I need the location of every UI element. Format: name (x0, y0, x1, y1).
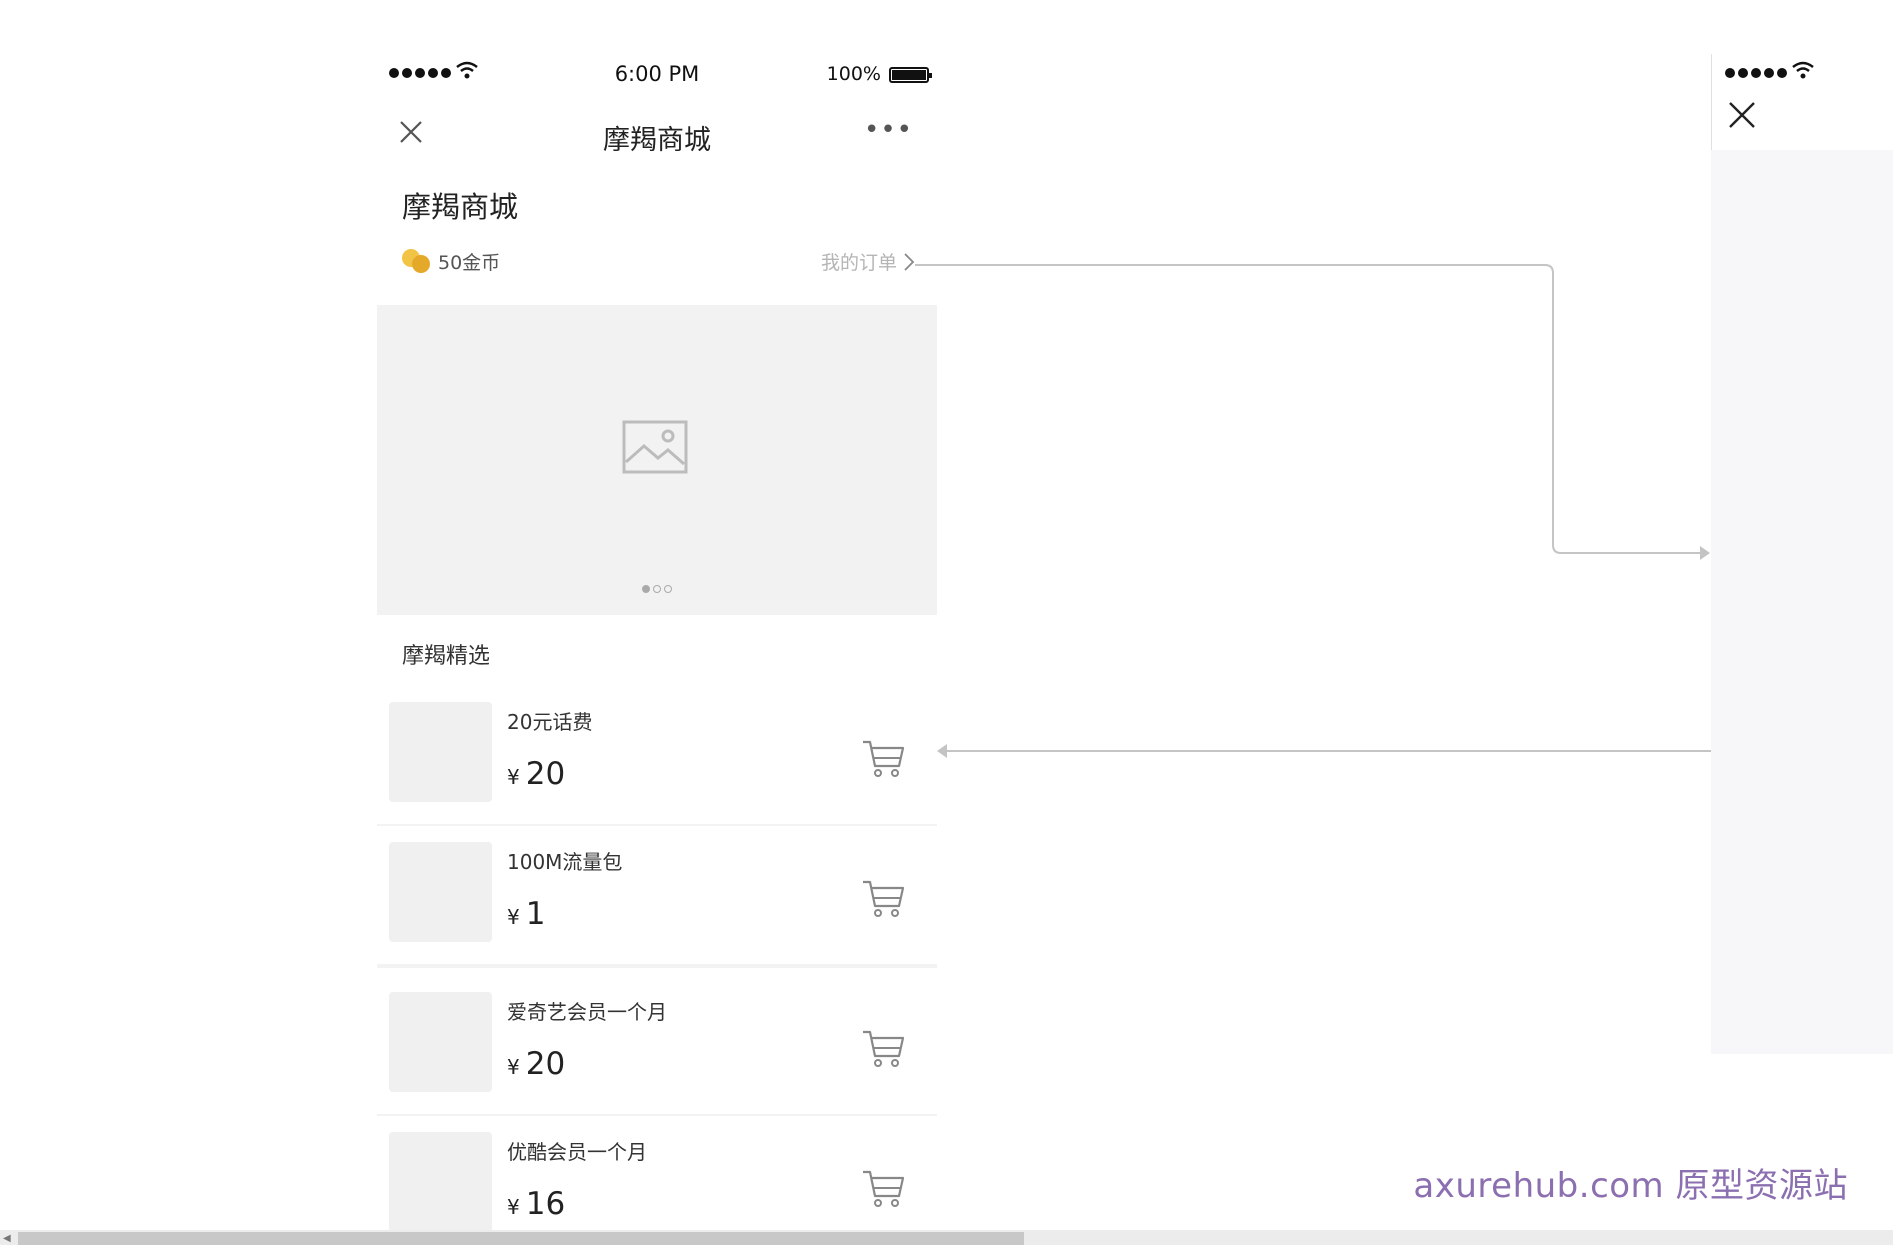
cart-icon[interactable] (861, 876, 905, 920)
coin-balance: 50金币 (402, 248, 500, 275)
close-icon[interactable] (1725, 98, 1759, 132)
price-value: 20 (525, 1046, 566, 1082)
currency-symbol: ¥ (507, 765, 520, 789)
product-thumbnail (389, 1132, 492, 1232)
product-thumbnail (389, 992, 492, 1092)
product-price: ¥20 (507, 756, 565, 792)
mall-header: 摩羯商城 50金币 我的订单 (377, 156, 937, 304)
product-name: 爱奇艺会员一个月 (507, 1000, 667, 1024)
coin-balance-label: 50金币 (438, 252, 501, 274)
battery-icon (889, 67, 932, 83)
price-value: 20 (525, 756, 566, 792)
currency-symbol: ¥ (507, 1195, 520, 1219)
product-name: 20元话费 (507, 710, 593, 734)
product-name: 100M流量包 (507, 850, 623, 874)
image-placeholder-icon (622, 420, 688, 474)
coins-icon (402, 248, 432, 275)
product-item[interactable]: 20元话费 ¥20 (377, 686, 937, 828)
cart-icon[interactable] (861, 1026, 905, 1070)
price-value: 16 (525, 1186, 566, 1222)
cart-icon[interactable] (861, 1166, 905, 1210)
chevron-right-icon (904, 252, 915, 271)
carousel-dot[interactable] (664, 585, 672, 593)
my-orders-link[interactable]: 我的订单 (821, 248, 915, 275)
horizontal-scrollbar[interactable]: ◀ (0, 1230, 1893, 1245)
product-item[interactable]: 优酷会员一个月 ¥16 (377, 1116, 937, 1234)
watermark: axurehub.com 原型资源站 (1413, 1166, 1848, 1206)
section-title: 摩羯精选 (402, 644, 491, 669)
phone-screen-orders (1711, 54, 1893, 1054)
product-price: ¥1 (507, 896, 545, 932)
status-bar: 6:00 PM 100% (377, 44, 937, 102)
banner-carousel[interactable] (377, 305, 937, 615)
connector-orders-to-page (915, 264, 1703, 554)
signal-strength-icon (1725, 68, 1787, 78)
nav-title: 摩羯商城 (603, 125, 711, 156)
battery-percentage: 100% (826, 63, 881, 85)
page-content-placeholder (1711, 150, 1893, 1054)
scrollbar-thumb[interactable] (18, 1232, 1024, 1245)
page-title: 摩羯商城 (402, 190, 519, 224)
my-orders-label: 我的订单 (820, 252, 897, 274)
product-name: 优酷会员一个月 (507, 1140, 647, 1164)
product-thumbnail (389, 842, 492, 942)
product-item[interactable]: 爱奇艺会员一个月 ¥20 (377, 976, 937, 1118)
currency-symbol: ¥ (507, 1055, 520, 1079)
carousel-dot[interactable] (642, 585, 650, 593)
cart-icon[interactable] (861, 736, 905, 780)
product-item[interactable]: 100M流量包 ¥1 (377, 826, 937, 968)
product-thumbnail (389, 702, 492, 802)
wifi-icon (1792, 61, 1814, 79)
currency-symbol: ¥ (507, 905, 520, 929)
product-price: ¥20 (507, 1046, 565, 1082)
carousel-indicator (377, 585, 937, 593)
arrowhead-left (937, 744, 947, 758)
price-value: 1 (525, 896, 546, 932)
scroll-left-icon[interactable]: ◀ (3, 1233, 11, 1244)
flow-connectors (915, 264, 1893, 758)
arrowhead-right (1700, 546, 1710, 560)
more-options-icon[interactable]: ••• (864, 117, 913, 143)
product-price: ¥16 (507, 1186, 565, 1222)
phone-screen-mall: 6:00 PM 100% 摩羯商城 ••• 摩羯商城 50金币 我的订单 摩羯精… (377, 44, 937, 1234)
carousel-dot[interactable] (653, 585, 661, 593)
screen-divider (1711, 54, 1712, 150)
